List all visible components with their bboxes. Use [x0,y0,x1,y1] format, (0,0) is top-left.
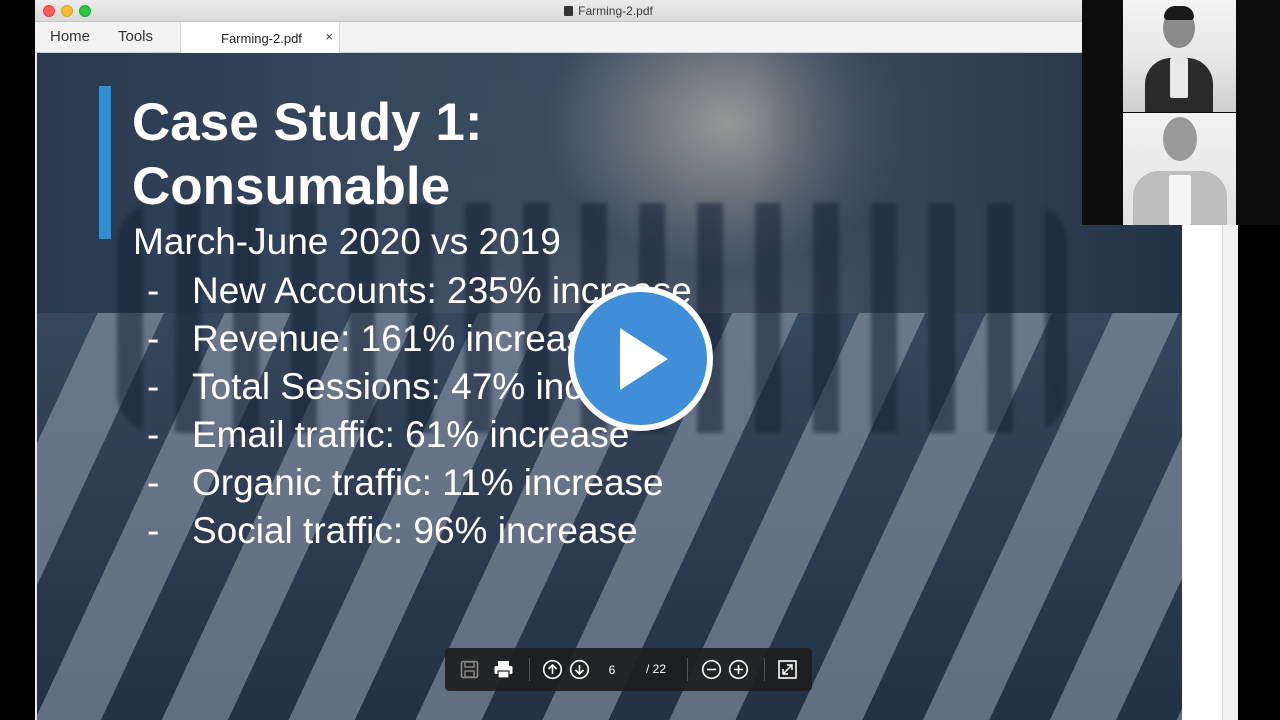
fit-page-icon[interactable] [777,659,798,680]
bullet-marker: - [147,270,160,311]
page-navigation-toolbar: / 22 [445,648,812,691]
bullet-text: Email traffic: 61% increase [192,414,630,455]
bullet-marker: - [147,318,160,359]
participant-hair [1164,6,1194,20]
participant-shirt [1169,175,1191,225]
side-panel-background [1182,225,1222,720]
toolbar-divider [529,658,530,681]
zoom-out-icon[interactable] [701,659,722,680]
side-panel-scrollbar[interactable] [1222,225,1238,720]
slide-subtitle: March-June 2020 vs 2019 [133,221,561,262]
list-item: - Organic traffic: 11% increase [147,461,692,509]
toolbar-divider [764,658,765,681]
bullet-marker: - [147,462,160,503]
window-title: Farming-2.pdf [35,4,1182,18]
play-button[interactable] [568,286,713,431]
page-down-icon[interactable] [569,659,590,680]
participant-head [1163,117,1197,161]
participant-shirt [1170,58,1188,98]
title-accent-bar [99,86,111,239]
participant-video-2[interactable] [1123,113,1236,225]
bullet-text: Organic traffic: 11% increase [192,462,664,503]
tab-bar: Home Tools Farming-2.pdf × [35,22,1182,53]
window-title-text: Farming-2.pdf [578,4,653,18]
page-number-input[interactable] [597,660,627,679]
tab-document[interactable]: Farming-2.pdf × [180,22,340,53]
list-item: - Social traffic: 96% increase [147,509,692,557]
bullet-text: Revenue: 161% increase [192,318,606,359]
bullet-marker: - [147,510,160,551]
page-count: / 22 [646,662,667,676]
tab-tools[interactable]: Tools [118,28,153,45]
print-icon[interactable] [493,659,514,680]
participant-video-1[interactable] [1123,0,1236,112]
tab-home[interactable]: Home [50,28,90,45]
bullet-text: Social traffic: 96% increase [192,510,638,551]
save-icon[interactable] [459,659,480,680]
slide-title: Case Study 1: Consumable [132,93,483,216]
play-icon [620,328,668,390]
pdf-document-icon [564,6,574,16]
tab-document-label: Farming-2.pdf [221,31,302,46]
zoom-in-icon[interactable] [728,659,749,680]
bullet-marker: - [147,366,160,407]
window-titlebar: Farming-2.pdf [35,0,1182,22]
tab-close-icon[interactable]: × [325,29,333,44]
page-up-icon[interactable] [542,659,563,680]
bullet-marker: - [147,414,160,455]
toolbar-divider [687,658,688,681]
